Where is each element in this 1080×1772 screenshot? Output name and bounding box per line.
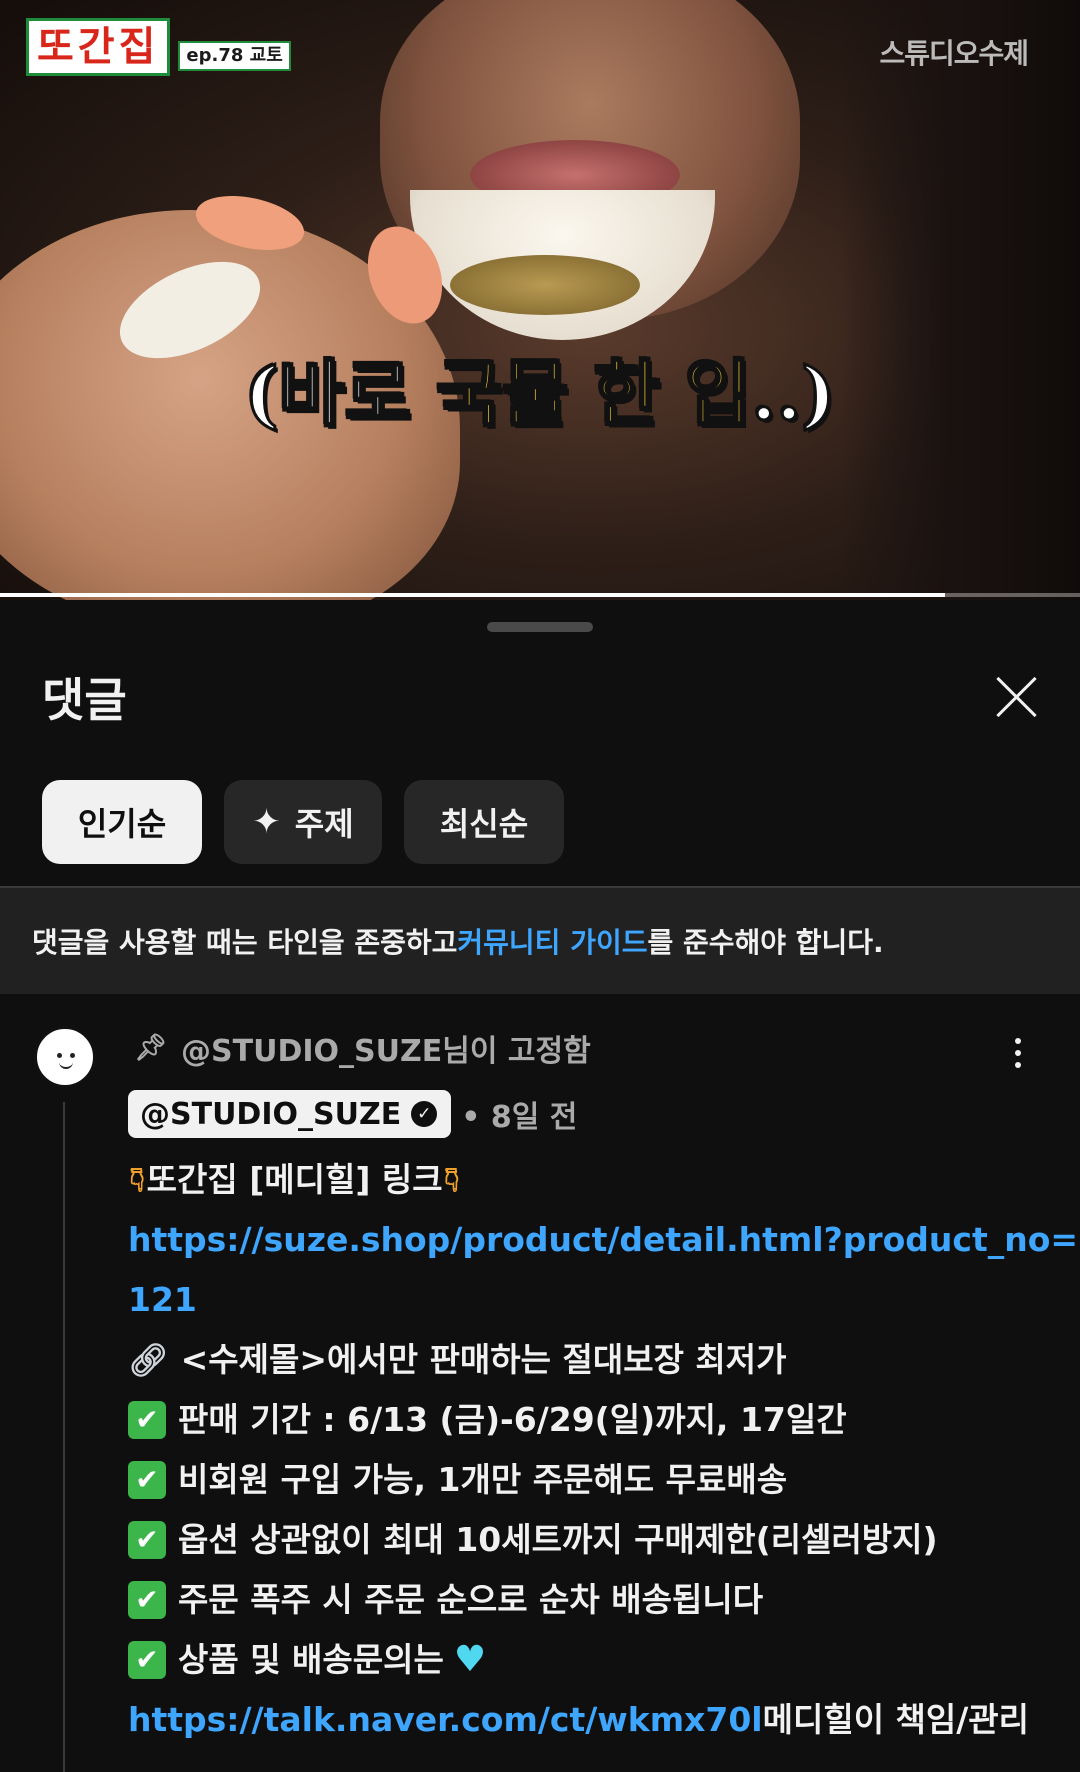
sheet-drag-handle[interactable] <box>487 622 593 632</box>
comment-sort-chips: 인기순 ✦ 주제 최신순 <box>42 780 564 864</box>
comment-talk-line: https://talk.naver.com/ct/wkmx70l 메디힐이 책… <box>128 1690 1029 1750</box>
comment-heading: 또간집 [메디힐] 링크 <box>146 1160 443 1199</box>
check-mark-icon: ✔ <box>128 1641 166 1679</box>
bullet-text: 옵션 상관없이 최대 10세트까지 구매제한(리셀러방지) <box>178 1520 938 1559</box>
chip-topic-label: 주제 <box>294 805 354 843</box>
subtitle-yellow-text: 국물 한 입 <box>435 350 753 437</box>
product-link-cont[interactable]: 121 <box>128 1270 197 1330</box>
pointing-down-icon: 👇︎ <box>444 1160 460 1200</box>
community-notice: 댓글을 사용할 때는 타인을 존중하고 커뮤니티 가이드 를 준수해야 합니다. <box>0 886 1080 994</box>
bullet-text: 상품 및 배송문의는 <box>178 1640 444 1679</box>
talk-link-after: 메디힐이 책임/관리 <box>762 1700 1030 1739</box>
notice-text-before: 댓글을 사용할 때는 타인을 존중하고 <box>32 926 458 959</box>
community-guidelines-link[interactable]: 커뮤니티 가이드 <box>457 921 647 961</box>
more-options-icon[interactable] <box>1008 1038 1028 1078</box>
chip-popular[interactable]: 인기순 <box>42 780 202 864</box>
video-frame-broth <box>450 255 640 315</box>
bullet-text: 비회원 구입 가능, 1개만 주문해도 무료배송 <box>178 1460 788 1499</box>
video-player[interactable]: 또간집 ep.78 교토 스튜디오수제 (바로 국물 한 입..) <box>0 0 1080 600</box>
chip-topic[interactable]: ✦ 주제 <box>224 780 382 864</box>
pointing-down-icon: 👇︎ <box>130 1160 145 1200</box>
check-mark-icon: ✔ <box>128 1401 166 1439</box>
chip-newest[interactable]: 최신순 <box>404 780 564 864</box>
verified-check-icon: ✓ <box>411 1101 438 1127</box>
show-logo-title: 또간집 <box>26 18 171 76</box>
author-name: @STUDIO_SUZE <box>140 1096 402 1132</box>
avatar[interactable] <box>34 1026 96 1088</box>
video-progress-fill <box>0 593 945 597</box>
sparkle-icon: ✦ <box>252 802 281 842</box>
comment-header: @STUDIO_SUZE ✓ • 8일 전 <box>128 1090 577 1138</box>
talk-link[interactable]: https://talk.naver.com/ct/wkmx70l <box>128 1690 763 1750</box>
check-mark-icon: ✔ <box>128 1581 166 1619</box>
video-subtitle: (바로 국물 한 입..) <box>0 350 1080 437</box>
pin-icon: 📌︎ <box>134 1033 168 1063</box>
chip-popular-label: 인기순 <box>77 805 167 843</box>
comments-sheet: 댓글 인기순 ✦ 주제 최신순 댓글을 사용할 때는 타인을 존중하고 커뮤니티… <box>0 602 1080 1772</box>
bullet-text: 판매 기간 : 6/13 (금)-6/29(일)까지, 17일간 <box>178 1400 847 1439</box>
comment-heading-line: 👇︎ 또간집 [메디힐] 링크 👇︎ <box>128 1150 1008 1210</box>
bullet-line: ✔ 상품 및 배송문의는 ♥ <box>128 1630 1008 1690</box>
author-name-badge[interactable]: @STUDIO_SUZE ✓ <box>128 1090 452 1138</box>
sheet-title: 댓글 <box>42 673 127 727</box>
bullet-line: ✔ 주문 폭주 시 주문 순으로 순차 배송됩니다 <box>128 1570 1008 1630</box>
channel-watermark: 스튜디오수제 <box>879 37 1029 70</box>
comment-exclusive-line: 🔗︎ <수제몰>에서만 판매하는 절대보장 최저가 <box>128 1330 1008 1390</box>
heart-icon: ♥ <box>453 1639 487 1680</box>
exclusive-text: <수제몰>에서만 판매하는 절대보장 최저가 <box>180 1340 787 1379</box>
link-icon: 🔗︎ <box>128 1341 169 1379</box>
product-link[interactable]: https://suze.shop/product/detail.html?pr… <box>128 1210 1078 1270</box>
bullet-line: ✔ 비회원 구입 가능, 1개만 주문해도 무료배송 <box>128 1450 1008 1510</box>
comment-timestamp: • 8일 전 <box>461 1100 578 1135</box>
comment-url-line: https://suze.shop/product/detail.html?pr… <box>128 1210 1078 1270</box>
video-frame-hair <box>840 0 1080 600</box>
pinned-label: 📌︎ @STUDIO_SUZE님이 고정함 <box>134 1026 591 1070</box>
notice-text-after: 를 준수해야 합니다. <box>647 926 884 959</box>
bullet-text: 주문 폭주 시 주문 순으로 순차 배송됩니다 <box>178 1580 764 1619</box>
close-icon[interactable] <box>994 674 1040 720</box>
thread-line <box>63 1102 65 1772</box>
bullet-line: ✔ 옵션 상관없이 최대 10세트까지 구매제한(리셀러방지) <box>128 1510 1008 1570</box>
subtitle-end-text: ..) <box>750 350 837 437</box>
pinned-text: @STUDIO_SUZE님이 고정함 <box>181 1034 591 1069</box>
show-logo: 또간집 ep.78 교토 <box>26 18 291 76</box>
comment-body: 👇︎ 또간집 [메디힐] 링크 👇︎ https://suze.shop/produ… <box>128 1150 1078 1750</box>
video-progress-bar[interactable] <box>0 593 1080 597</box>
comment-url-line-cont: 121 <box>128 1270 1008 1330</box>
check-mark-icon: ✔ <box>128 1521 166 1559</box>
check-mark-icon: ✔ <box>128 1461 166 1499</box>
bullet-line: ✔ 판매 기간 : 6/13 (금)-6/29(일)까지, 17일간 <box>128 1390 1008 1450</box>
show-episode-badge: ep.78 교토 <box>178 41 291 71</box>
subtitle-white-text: (바로 <box>243 350 437 437</box>
chip-newest-label: 최신순 <box>439 805 529 843</box>
